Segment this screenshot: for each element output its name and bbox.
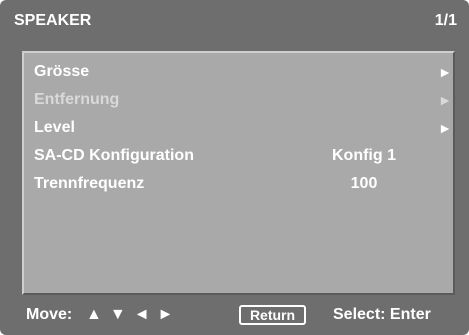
menu-item-entfernung: Entfernung ►: [34, 88, 452, 112]
move-hint-label: Move:: [26, 306, 73, 323]
up-arrow-icon: ▲: [86, 306, 104, 323]
menu-item-label: Grösse: [34, 63, 90, 80]
title-bar: SPEAKER 1/1: [8, 6, 463, 36]
down-arrow-icon: ▼: [109, 306, 128, 323]
menu-panel: Grösse ► Entfernung ► Level ► SA-CD Konf…: [22, 51, 455, 295]
menu-item-label: Trennfrequenz: [34, 175, 145, 192]
menu-item-label: SA-CD Konfiguration: [34, 147, 194, 164]
return-button[interactable]: Return: [239, 305, 306, 325]
speaker-menu-screen: SPEAKER 1/1 Grösse ► Entfernung ► Level …: [0, 0, 469, 335]
page-indicator: 1/1: [434, 12, 457, 29]
menu-item-sa-cd-konfiguration[interactable]: SA-CD Konfiguration Konfig 1: [34, 144, 452, 168]
select-hint-label: Select: Enter: [333, 306, 431, 323]
footer-bar: Move: ▲ ▼ ◄ ► Return Select: Enter: [0, 300, 469, 330]
move-arrows: ▲ ▼ ◄ ►: [86, 306, 181, 324]
menu-item-value: 100: [350, 175, 378, 192]
menu-title: SPEAKER: [14, 12, 92, 29]
right-arrow-icon: ►: [157, 306, 176, 323]
menu-item-trennfrequenz[interactable]: Trennfrequenz 100: [34, 172, 452, 196]
menu-item-label: Entfernung: [34, 91, 120, 108]
menu-item-label: Level: [34, 119, 75, 136]
menu-item-value: Konfig 1: [332, 147, 396, 164]
left-arrow-icon: ◄: [133, 306, 152, 323]
menu-item-groesse[interactable]: Grösse ►: [34, 60, 452, 84]
right-arrow-icon: ►: [438, 120, 452, 136]
right-arrow-icon: ►: [438, 64, 452, 80]
menu-item-level[interactable]: Level ►: [34, 116, 452, 140]
right-arrow-icon: ►: [438, 92, 452, 108]
